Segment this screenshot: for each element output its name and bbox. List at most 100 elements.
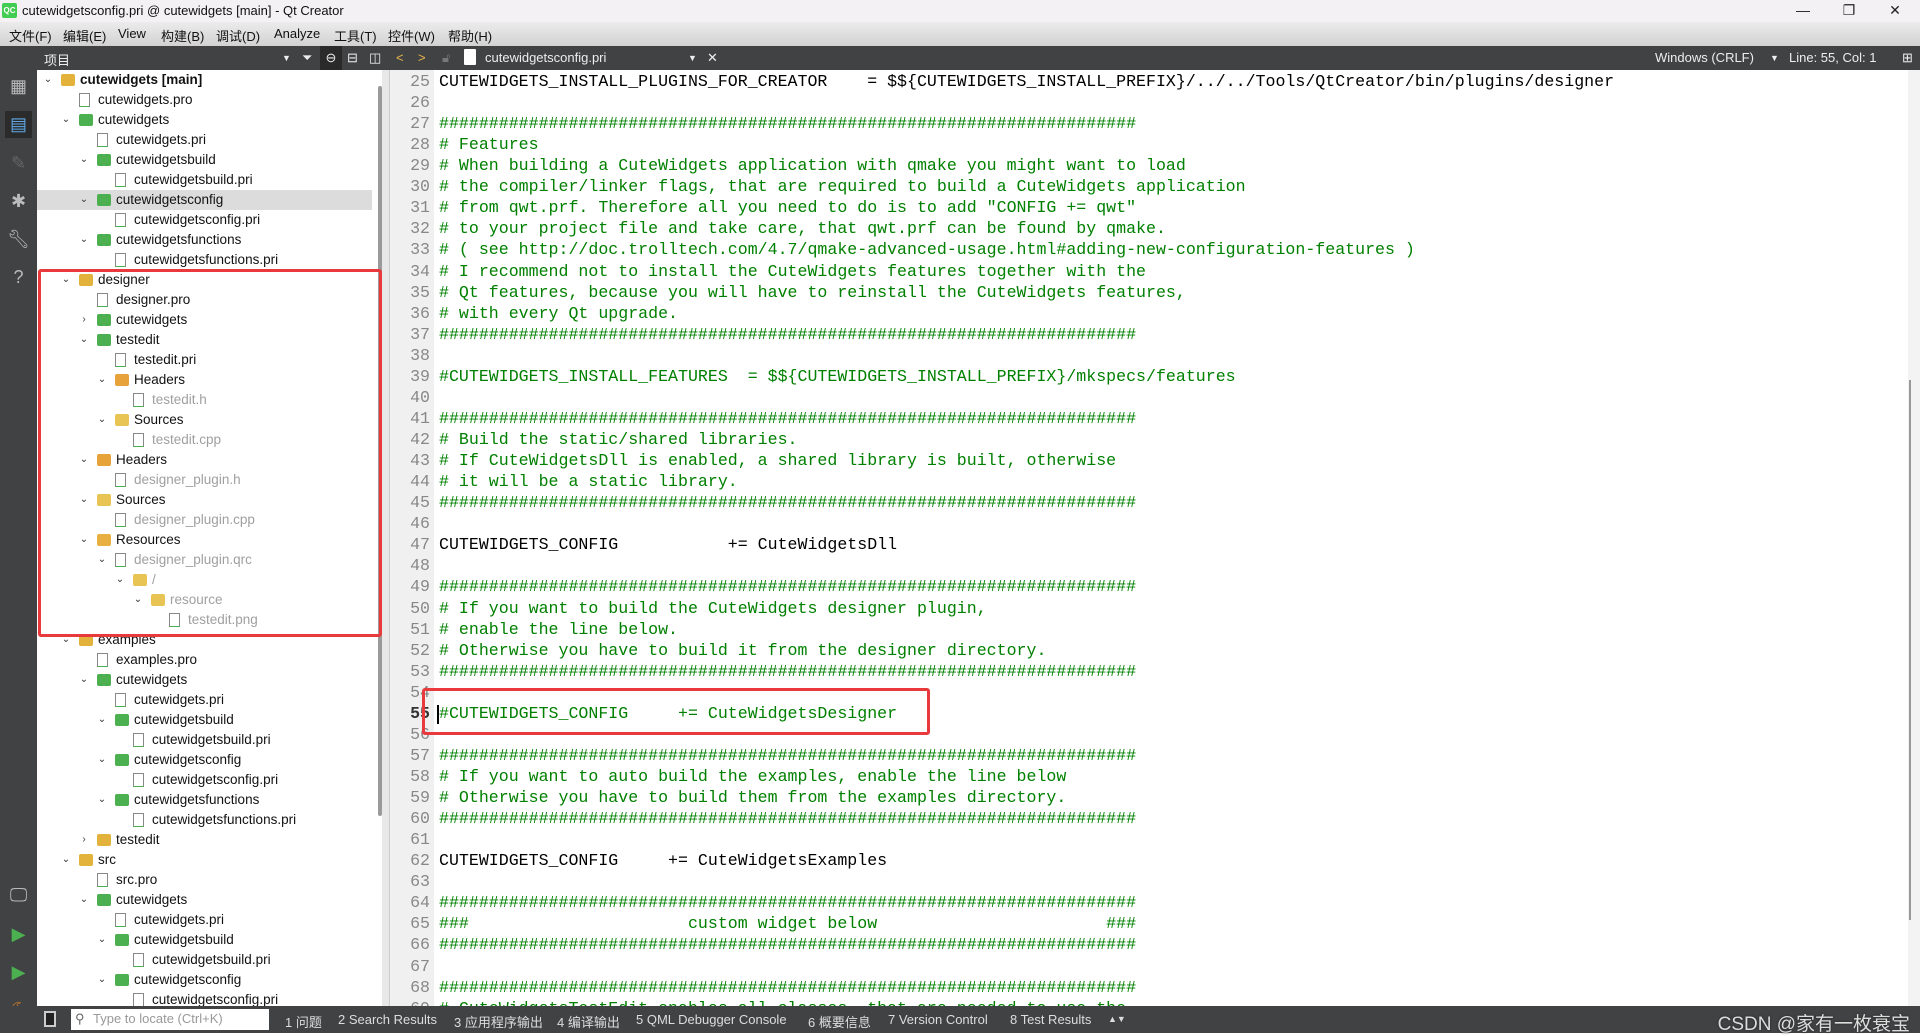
run-icon[interactable]: ▶ — [5, 921, 32, 948]
tree-item[interactable]: cutewidgets.pri — [37, 910, 372, 930]
tree-item[interactable]: ⌄ cutewidgetsbuild — [37, 930, 372, 950]
chevron-right-icon[interactable]: › — [78, 830, 90, 850]
chevron-down-icon[interactable]: ⌄ — [78, 150, 90, 170]
tree-item[interactable]: cutewidgetsbuild.pri — [37, 170, 372, 190]
code-line[interactable]: # the compiler/linker flags, that are re… — [439, 177, 1246, 196]
chevron-down-icon[interactable]: ⌄ — [78, 190, 90, 210]
menu-debug[interactable]: 调试(D) — [216, 26, 260, 45]
code-line[interactable]: # Build the static/shared libraries. — [439, 430, 797, 449]
chevron-down-icon[interactable]: ⌄ — [78, 890, 90, 910]
tree-item[interactable]: ⌄ src — [37, 850, 372, 870]
code-line[interactable]: # it will be a static library. — [439, 472, 738, 491]
tab-general-messages[interactable]: 6 概要信息 — [808, 1012, 871, 1031]
more-tabs-icon[interactable]: ▲▼ — [1108, 1014, 1126, 1024]
code-line[interactable]: # to your project file and take care, th… — [439, 219, 1166, 238]
tree-item[interactable]: cutewidgetsconfig.pri — [37, 990, 372, 1006]
chevron-down-icon[interactable]: ⌄ — [78, 670, 90, 690]
split-editor-icon[interactable]: ⊞ — [1902, 50, 1913, 66]
code-line[interactable]: ########################################… — [439, 114, 1136, 133]
projects-wrench-icon[interactable]: 🔧︎ — [5, 226, 32, 253]
target-monitor-icon[interactable]: 🖵 — [5, 882, 32, 909]
code-line[interactable]: # If CuteWidgetsDll is enabled, a shared… — [439, 451, 1116, 470]
edit-mode-icon[interactable]: ▤ — [5, 111, 32, 138]
maximize-button[interactable]: ❐ — [1826, 0, 1872, 22]
code-line[interactable]: # ( see http://doc.trolltech.com/4.7/qma… — [439, 240, 1415, 259]
code-line[interactable]: CUTEWIDGETS_CONFIG += CuteWidgetsDll — [439, 535, 897, 554]
tree-item[interactable]: cutewidgets.pro — [37, 90, 372, 110]
code-line[interactable]: # Features — [439, 135, 539, 154]
code-line[interactable]: #CUTEWIDGETS_INSTALL_FEATURES = $${CUTEW… — [439, 367, 1236, 386]
code-line[interactable]: ########################################… — [439, 893, 1136, 912]
menu-file[interactable]: 文件(F) — [9, 26, 52, 45]
code-line[interactable]: ########################################… — [439, 577, 1136, 596]
chevron-down-icon[interactable]: ⌄ — [96, 710, 108, 730]
menu-edit[interactable]: 编辑(E) — [63, 26, 106, 45]
open-file-name[interactable]: cutewidgetsconfig.pri — [485, 50, 606, 65]
tree-item[interactable]: ⌄ cutewidgets — [37, 670, 372, 690]
code-line[interactable]: # with every Qt upgrade. — [439, 304, 678, 323]
tree-item[interactable]: ⌄ cutewidgetsconfig — [37, 190, 372, 210]
tree-item[interactable]: ⌄ cutewidgetsbuild — [37, 710, 372, 730]
code-line[interactable]: # enable the line below. — [439, 620, 678, 639]
menu-build[interactable]: 构建(B) — [161, 26, 204, 45]
tree-item[interactable]: cutewidgetsfunctions.pri — [37, 810, 372, 830]
code-line[interactable]: # When building a CuteWidgets applicatio… — [439, 156, 1186, 175]
link-with-editor-icon[interactable]: ⊖ — [320, 46, 342, 70]
menu-analyze[interactable]: Analyze — [274, 26, 320, 41]
code-line[interactable]: ########################################… — [439, 809, 1136, 828]
chevron-down-icon[interactable]: ⌄ — [96, 790, 108, 810]
menu-help[interactable]: 帮助(H) — [448, 26, 492, 45]
file-dropdown-icon[interactable]: ▼ — [688, 53, 697, 63]
code-line[interactable]: # I recommend not to install the CuteWid… — [439, 262, 1146, 281]
code-line[interactable]: # If you want to auto build the examples… — [439, 767, 1066, 786]
tree-item[interactable]: cutewidgetsfunctions.pri — [37, 250, 372, 270]
code-line[interactable]: # Otherwise you have to build them from … — [439, 788, 1066, 807]
tree-item[interactable]: ⌄ cutewidgetsconfig — [37, 750, 372, 770]
close-document-icon[interactable]: ✕ — [707, 50, 718, 66]
code-editor[interactable]: CUTEWIDGETS_INSTALL_PLUGINS_FOR_CREATOR … — [434, 70, 1904, 1006]
tree-item[interactable]: ⌄ cutewidgetsfunctions — [37, 230, 372, 250]
tree-item[interactable]: ⌄ cutewidgetsconfig — [37, 970, 372, 990]
menu-tools[interactable]: 工具(T) — [334, 26, 377, 45]
code-line[interactable]: # If you want to build the CuteWidgets d… — [439, 599, 987, 618]
tab-compile-output[interactable]: 4 编译输出 — [557, 1012, 620, 1031]
tab-search-results[interactable]: 2 Search Results — [338, 1012, 437, 1027]
forward-icon[interactable]: > — [418, 50, 426, 65]
chevron-down-icon[interactable]: ⌄ — [96, 970, 108, 990]
debug-run-icon[interactable]: ▶ — [5, 959, 32, 986]
code-line[interactable]: ########################################… — [439, 493, 1136, 512]
menu-view[interactable]: View — [118, 26, 146, 41]
debug-bug-icon[interactable]: ✱ — [5, 188, 32, 215]
tab-issues[interactable]: 1 问题 — [285, 1012, 322, 1031]
tree-item[interactable]: cutewidgetsconfig.pri — [37, 210, 372, 230]
tree-item[interactable]: examples.pro — [37, 650, 372, 670]
tree-item[interactable]: cutewidgetsbuild.pri — [37, 950, 372, 970]
chevron-down-icon[interactable]: ⌄ — [78, 230, 90, 250]
tree-item[interactable]: ⌄ cutewidgets [main] — [37, 70, 372, 90]
back-icon[interactable]: < — [396, 50, 404, 65]
panel-dropdown-icon[interactable]: ▼ — [282, 53, 291, 63]
tree-item[interactable]: ⌄ cutewidgets — [37, 890, 372, 910]
chevron-down-icon[interactable]: ⌄ — [96, 930, 108, 950]
tab-test-results[interactable]: 8 Test Results — [1010, 1012, 1091, 1027]
code-line[interactable]: ########################################… — [439, 409, 1136, 428]
code-line[interactable]: ########################################… — [439, 662, 1136, 681]
panel-splitter[interactable] — [382, 70, 390, 1006]
design-pen-icon[interactable]: ✎ — [5, 150, 32, 177]
tree-item[interactable]: cutewidgets.pri — [37, 690, 372, 710]
code-line[interactable]: # from qwt.prf. Therefore all you need t… — [439, 198, 1136, 217]
locate-input[interactable]: ⚲ Type to locate (Ctrl+K) — [71, 1009, 269, 1030]
chevron-down-icon[interactable]: ⌄ — [60, 110, 72, 130]
filter-icon[interactable]: ⏷ — [302, 50, 312, 66]
minimize-button[interactable]: — — [1780, 0, 1826, 22]
code-line[interactable]: ########################################… — [439, 325, 1136, 344]
close-window-button[interactable]: ✕ — [1872, 0, 1918, 22]
welcome-grid-icon[interactable]: ▦ — [5, 73, 32, 100]
toggle-sidebar-button[interactable] — [44, 1011, 56, 1027]
chevron-down-icon[interactable]: ⌄ — [42, 70, 54, 90]
code-line[interactable]: ########################################… — [439, 935, 1136, 954]
code-line[interactable]: CUTEWIDGETS_CONFIG += CuteWidgetsExample… — [439, 851, 887, 870]
help-icon[interactable]: ? — [5, 264, 32, 291]
tree-item[interactable]: cutewidgetsbuild.pri — [37, 730, 372, 750]
code-line[interactable]: CUTEWIDGETS_INSTALL_PLUGINS_FOR_CREATOR … — [439, 72, 1614, 91]
